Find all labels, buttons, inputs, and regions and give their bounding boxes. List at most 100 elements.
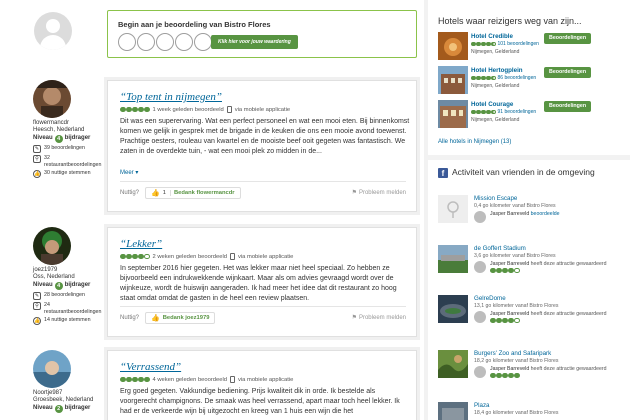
attraction-item[interactable]: GelreDome 13,1 go kilometer vanaf Bistro…	[438, 295, 623, 335]
review-date: 4 weken geleden beoordeeld	[152, 376, 227, 383]
reviewer-location: Oss, Nederland	[33, 274, 75, 280]
reviewer-level: Niveau 4 bijdrager	[33, 281, 91, 290]
main-column: Begin aan je beoordeling van Bistro Flor…	[0, 0, 424, 420]
hotel-location: Nijmegen, Gelderland	[471, 49, 520, 55]
hotel-name[interactable]: Hotel Courage	[471, 101, 513, 108]
hotel-name[interactable]: Hotel Credible	[471, 33, 513, 40]
thank-reviewer-button[interactable]: 👍 1 Bedank flowermancdr	[145, 186, 241, 199]
mobile-phone-icon	[226, 106, 232, 113]
attraction-item[interactable]: de Goffert Stadium 3,6 go kilometer vana…	[438, 245, 623, 285]
hotel-rating[interactable]: 91 beoordelingen	[471, 109, 536, 115]
write-review-button[interactable]: Klik hier voor jouw waardering	[211, 35, 298, 49]
thanks-count: 1	[163, 189, 171, 196]
report-problem-link[interactable]: ⚑ Probleem melden	[352, 189, 406, 197]
attraction-distance: 13,1 go kilometer vanaf Bistro Flores	[474, 303, 559, 309]
hotels-title: Hotels waar reizigers weg van zijn...	[438, 16, 582, 26]
write-review-title: Begin aan je beoordeling van Bistro Flor…	[118, 20, 271, 29]
reviewer-location: Groesbeek, Nederland	[33, 397, 94, 403]
attraction-item[interactable]: Plaza 18,4 go kilometer vanaf Bistro Flo…	[438, 402, 623, 420]
more-link[interactable]: Meer ▾	[120, 169, 138, 176]
rating-bubble-1[interactable]	[118, 33, 136, 51]
review-count: ✎ 39 beoordelingen	[33, 145, 85, 153]
report-problem-link[interactable]: ⚑ Probleem melden	[351, 314, 406, 322]
hotel-item[interactable]: Hotel Courage 91 beoordelingen Nijmegen,…	[438, 100, 623, 130]
hotel-rating[interactable]: 86 beoordelingen	[471, 75, 536, 81]
rating-bubbles-input[interactable]	[118, 33, 212, 51]
hotel-photo[interactable]	[438, 32, 468, 60]
hotel-location: Nijmegen, Gelderland	[471, 83, 520, 89]
hotel-reviews-button[interactable]: Beoordelingen	[544, 67, 592, 78]
rating-bubble-3[interactable]	[156, 33, 174, 51]
restaurant-review-count: ⚲ 32 restaurantbeoordelingen	[33, 155, 103, 168]
rating-bubbles	[120, 106, 150, 113]
attraction-photo[interactable]	[438, 402, 468, 420]
sidebar: Hotels waar reizigers weg van zijn... Ho…	[428, 0, 630, 420]
attraction-name[interactable]: Mission Escape	[474, 195, 517, 202]
review-title[interactable]: “Verrassend”	[120, 361, 181, 373]
friend-avatar[interactable]	[474, 211, 486, 223]
reviewer-info: joez1979 Oss, Nederland Niveau 4 bijdrager…	[33, 227, 103, 325]
friend-avatar[interactable]	[474, 261, 486, 273]
friend-activity: Jasper Barreveld heeft deze attractie ge…	[474, 366, 622, 381]
hotel-reviews-button[interactable]: Beoordelingen	[544, 33, 592, 44]
attraction-item[interactable]: Mission Escape 0,4 go kilometer vanaf Bi…	[438, 195, 623, 235]
attraction-distance: 18,2 go kilometer vanaf Bistro Flores	[474, 358, 559, 364]
fork-knife-icon: ⚲	[33, 302, 41, 310]
review-via: via mobiele applicatie	[234, 106, 291, 113]
avatar[interactable]	[33, 80, 71, 118]
attraction-photo[interactable]	[438, 350, 468, 378]
attraction-name[interactable]: Plaza	[474, 402, 489, 409]
review-date: 2 weken geleden beoordeeld	[152, 253, 227, 260]
useful-label: Nuttig?	[120, 314, 140, 321]
all-hotels-link[interactable]: Alle hotels in Nijmegen (13)	[438, 139, 511, 145]
avatar[interactable]	[33, 227, 71, 265]
mobile-phone-icon	[229, 376, 235, 383]
thumbs-up-icon: 👍	[151, 314, 160, 322]
facebook-icon: f	[438, 168, 448, 178]
hotel-photo[interactable]	[438, 66, 468, 94]
avatar[interactable]	[33, 350, 71, 388]
reviewer-name[interactable]: joez1979	[33, 267, 103, 274]
review-footer: Nuttig? 👍 Bedank joez1979 ⚑ Probleem melde…	[120, 306, 406, 328]
review-card: “Top tent in nijmegen” 1 week geleden be…	[107, 80, 417, 212]
hotel-reviews-button[interactable]: Beoordelingen	[544, 101, 592, 112]
thank-reviewer-button[interactable]: 👍 Bedank joez1979	[145, 311, 216, 324]
thumbs-up-icon: 👍	[33, 317, 41, 325]
flag-icon: ⚑	[351, 315, 357, 321]
helpful-votes: 👍 14 nuttige stemmen	[33, 317, 91, 325]
review-meta: 4 weken geleden beoordeeld via mobiele a…	[120, 376, 293, 383]
friend-activity: Jasper Barreveld heeft deze attractie ge…	[474, 311, 622, 326]
hotel-name[interactable]: Hotel Hertogplein	[471, 67, 523, 74]
attraction-name[interactable]: Burgers' Zoo and Safaripark	[474, 350, 551, 357]
reviewer-name[interactable]: flowermancdr	[33, 120, 103, 127]
friend-avatar[interactable]	[474, 311, 486, 323]
review-meta: 2 weken geleden beoordeeld via mobiele a…	[120, 253, 293, 260]
reviewer-name[interactable]: Noortje987	[33, 390, 103, 397]
hotel-location: Nijmegen, Gelderland	[471, 117, 520, 123]
attraction-photo[interactable]	[438, 245, 468, 273]
hotel-photo[interactable]	[438, 100, 468, 128]
review-title[interactable]: “Lekker”	[120, 238, 162, 250]
level-badge-icon: 4	[54, 134, 63, 143]
review-text: In september 2016 hier gegeten. Het was …	[120, 265, 397, 302]
attraction-name[interactable]: GelreDome	[474, 295, 506, 302]
hotel-item[interactable]: Hotel Credible 101 beoordelingen Nijmege…	[438, 32, 623, 62]
reviewer-level: Niveau 4 bijdrager	[33, 134, 91, 143]
helpful-votes: 👍 30 nuttige stemmen	[33, 170, 91, 178]
rating-bubble-4[interactable]	[175, 33, 193, 51]
write-review-box: Begin aan je beoordeling van Bistro Flor…	[107, 10, 417, 58]
hotel-item[interactable]: Hotel Hertogplein 86 beoordelingen Nijme…	[438, 66, 623, 96]
friend-avatar[interactable]	[474, 366, 486, 378]
rating-bubble-2[interactable]	[137, 33, 155, 51]
review-card: “Verrassend” 4 weken geleden beoordeeld …	[107, 350, 417, 420]
attraction-item[interactable]: Burgers' Zoo and Safaripark 18,2 go kilo…	[438, 350, 623, 390]
rating-bubbles	[120, 376, 150, 383]
pencil-icon: ✎	[33, 145, 41, 153]
review-title[interactable]: “Top tent in nijmegen”	[120, 91, 222, 103]
rating-bubble-5[interactable]	[194, 33, 212, 51]
hotel-rating[interactable]: 101 beoordelingen	[471, 41, 539, 47]
review-text: Erg goed gegeten. Vakkundige bediening. …	[120, 388, 400, 415]
fork-knife-icon: ⚲	[33, 155, 41, 163]
attraction-name[interactable]: de Goffert Stadium	[474, 245, 526, 252]
attraction-photo[interactable]	[438, 295, 468, 323]
